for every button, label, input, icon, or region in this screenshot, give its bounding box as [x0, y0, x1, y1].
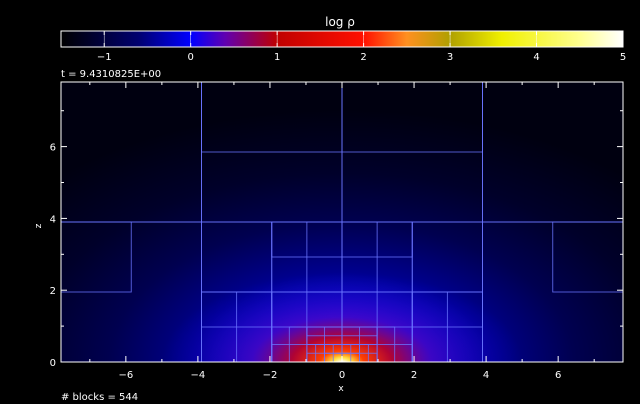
colorbar-tick-label: 4	[533, 52, 539, 63]
plot-area: −6 −4 −2 0 2 4 6 0 2 4 6	[50, 81, 624, 381]
x-tick-label: −4	[191, 370, 206, 381]
density-plot-figure: log ρ −1 0 1 2 3 4 5 t = 9.4310825E+00 −6 −4 −2 0…	[0, 0, 640, 404]
colorbar-tick-label: 1	[274, 52, 280, 63]
time-label: t = 9.4310825E+00	[61, 69, 161, 80]
x-tick-label: −2	[263, 370, 278, 381]
colorbar-tick-label: 2	[360, 52, 366, 63]
x-axis-label: x	[338, 384, 344, 394]
x-tick-label: 0	[339, 370, 345, 381]
colorbar-tick-label: 3	[447, 52, 453, 63]
x-tick-label: 6	[555, 370, 561, 381]
x-tick-label: 4	[483, 370, 489, 381]
blocks-count-label: # blocks = 544	[61, 392, 138, 403]
colorbar	[60, 30, 624, 48]
x-tick-label: 2	[411, 370, 417, 381]
y-tick-label: 2	[50, 286, 56, 297]
x-tick-label: −6	[118, 370, 133, 381]
colorbar-tick-label: −1	[97, 52, 112, 63]
colorbar-tick-label: 0	[188, 52, 194, 63]
colorbar-title: log ρ	[325, 15, 355, 29]
y-tick-label: 4	[50, 214, 56, 225]
y-axis-label: z	[34, 223, 44, 228]
y-tick-label: 0	[50, 358, 56, 369]
y-tick-label: 6	[50, 143, 56, 154]
colorbar-tick-label: 5	[620, 52, 626, 63]
